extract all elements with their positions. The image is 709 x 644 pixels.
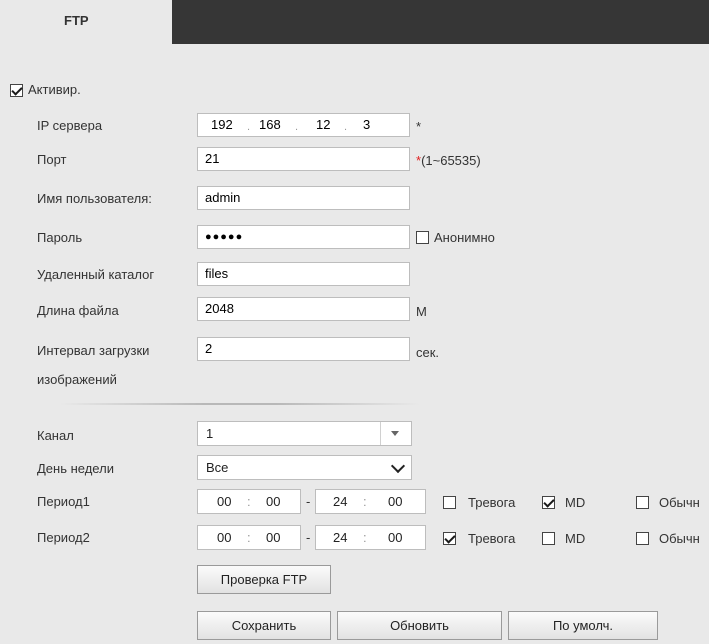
period2-start-hour[interactable]: 00	[217, 530, 231, 545]
weekday-select-value: Все	[206, 460, 229, 475]
time-colon: :	[247, 494, 251, 509]
period2-end-hour[interactable]: 24	[333, 530, 347, 545]
period1-alarm-label: Тревога	[468, 495, 516, 510]
ip-octet-4[interactable]: 3	[363, 117, 370, 132]
period1-alarm-checkbox[interactable]	[443, 496, 456, 509]
period2-regular-checkbox[interactable]	[636, 532, 649, 545]
file-length-input[interactable]: 2048	[197, 297, 410, 321]
remote-dir-input[interactable]: files	[197, 262, 410, 286]
ip-octet-2[interactable]: 168	[259, 117, 281, 132]
port-range-hint: (1~65535)	[421, 153, 481, 168]
period2-regular-label: Обычн	[659, 531, 700, 546]
server-ip-input[interactable]: 192 . 168 . 12 . 3	[197, 113, 410, 137]
period2-range-dash: -	[306, 530, 311, 545]
tab-bar: FTP	[0, 0, 709, 44]
triangle-down-icon	[391, 431, 399, 436]
period1-label: Период1	[37, 494, 90, 509]
period1-md-label: MD	[565, 495, 586, 510]
period1-end-minute[interactable]: 00	[388, 494, 402, 509]
file-length-unit: M	[416, 304, 427, 319]
ip-dot-separator: .	[247, 121, 251, 133]
remote-dir-label: Удаленный каталог	[37, 267, 155, 282]
file-length-label: Длина файла	[37, 303, 119, 318]
period1-range-dash: -	[306, 494, 311, 509]
period2-md-label: MD	[565, 531, 586, 546]
test-ftp-button[interactable]: Проверка FTP	[197, 565, 331, 594]
period1-end-time[interactable]: 24 : 00	[315, 489, 426, 514]
ip-octet-1[interactable]: 192	[211, 117, 233, 132]
default-button[interactable]: По умолч.	[508, 611, 658, 640]
period2-alarm-checkbox[interactable]	[443, 532, 456, 545]
enable-checkbox[interactable]	[10, 84, 23, 97]
upload-interval-label-line2: изображений	[37, 372, 117, 387]
channel-dropdown-button[interactable]	[380, 422, 411, 445]
server-ip-required-mark: *	[416, 119, 422, 134]
enable-label: Активир.	[28, 82, 81, 97]
period1-md-checkbox[interactable]	[542, 496, 555, 509]
anonymous-label: Анонимно	[434, 230, 495, 245]
period1-regular-label: Обычн	[659, 495, 700, 510]
period2-end-time[interactable]: 24 : 00	[315, 525, 426, 550]
tab-ftp[interactable]: FTP	[12, 0, 172, 44]
time-colon: :	[247, 530, 251, 545]
weekday-select[interactable]: Все	[197, 455, 412, 480]
port-input[interactable]: 21	[197, 147, 410, 171]
period2-end-minute[interactable]: 00	[388, 530, 402, 545]
username-input[interactable]: admin	[197, 186, 410, 210]
upload-interval-label-line1: Интервал загрузки	[37, 343, 150, 358]
period1-regular-checkbox[interactable]	[636, 496, 649, 509]
ip-dot-separator: .	[295, 121, 299, 133]
server-ip-label: IP сервера	[37, 118, 103, 133]
port-hint: *(1~65535)	[416, 153, 481, 168]
refresh-button[interactable]: Обновить	[337, 611, 502, 640]
upload-interval-input[interactable]: 2	[197, 337, 410, 361]
period1-start-minute[interactable]: 00	[266, 494, 280, 509]
period1-start-time[interactable]: 00 : 00	[197, 489, 301, 514]
channel-select[interactable]: 1	[197, 421, 412, 446]
ip-dot-separator: .	[344, 121, 348, 133]
period1-end-hour[interactable]: 24	[333, 494, 347, 509]
ip-octet-3[interactable]: 12	[316, 117, 330, 132]
channel-select-value: 1	[206, 426, 214, 441]
channel-label: Канал	[37, 428, 74, 443]
time-colon: :	[363, 494, 367, 509]
username-label: Имя пользователя:	[37, 191, 152, 206]
period2-alarm-label: Тревога	[468, 531, 516, 546]
password-input[interactable]: ●●●●●	[197, 225, 410, 249]
save-button[interactable]: Сохранить	[197, 611, 331, 640]
password-label: Пароль	[37, 230, 83, 245]
weekday-label: День недели	[37, 461, 114, 476]
tab-bar-background	[172, 0, 709, 44]
anonymous-checkbox[interactable]	[416, 231, 429, 244]
chevron-down-icon	[390, 458, 406, 474]
period2-label: Период2	[37, 530, 90, 545]
time-colon: :	[363, 530, 367, 545]
period1-start-hour[interactable]: 00	[217, 494, 231, 509]
section-divider	[60, 403, 420, 405]
period2-start-minute[interactable]: 00	[266, 530, 280, 545]
period2-md-checkbox[interactable]	[542, 532, 555, 545]
period2-start-time[interactable]: 00 : 00	[197, 525, 301, 550]
upload-interval-unit: сек.	[416, 345, 440, 360]
port-label: Порт	[37, 152, 67, 167]
